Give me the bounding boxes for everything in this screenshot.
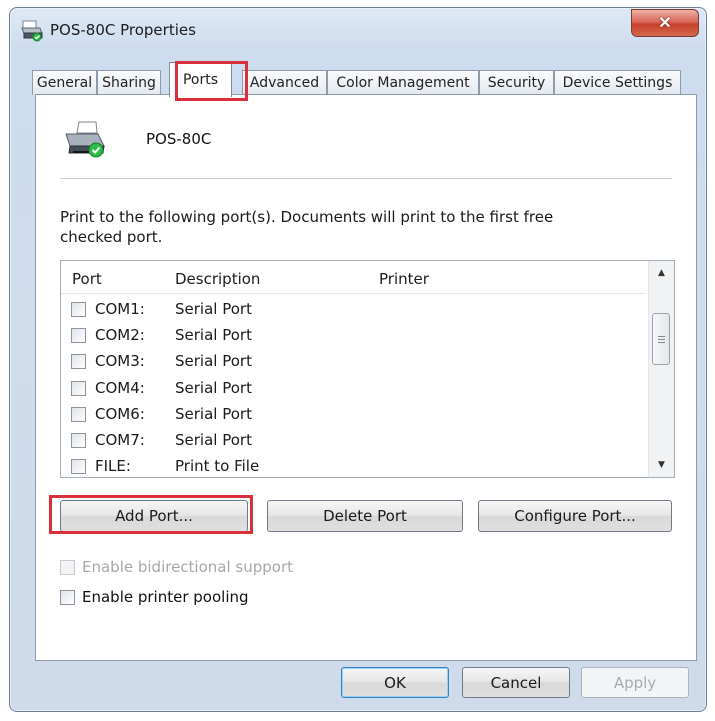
configure-port-button[interactable]: Configure Port... (478, 500, 672, 532)
port-description: Serial Port (175, 404, 252, 423)
tab-color-management[interactable]: Color Management (327, 70, 479, 95)
printer-name: POS-80C (146, 130, 212, 148)
printer-pooling-label: Enable printer pooling (82, 588, 249, 606)
port-name: FILE: (95, 457, 131, 476)
port-description: Serial Port (175, 430, 252, 449)
bidirectional-support-option: Enable bidirectional support (60, 558, 293, 576)
port-description: Print to File (175, 457, 260, 476)
scroll-grip-icon (657, 335, 665, 343)
cancel-button[interactable]: Cancel (462, 667, 570, 698)
panel-separator (60, 178, 672, 179)
scroll-up-icon[interactable]: ▲ (649, 261, 674, 285)
scroll-thumb[interactable] (652, 313, 670, 365)
ports-panel: POS-80C Print to the following port(s). … (35, 94, 697, 661)
properties-dialog: POS-80C Properties ✕ General Sharing Por… (9, 7, 707, 712)
bidirectional-label: Enable bidirectional support (82, 558, 294, 576)
delete-port-button[interactable]: Delete Port (267, 500, 463, 532)
apply-button: Apply (581, 667, 689, 698)
com7-checkbox[interactable] (71, 432, 86, 448)
port-row-com4[interactable]: COM4: Serial Port (61, 375, 646, 401)
scroll-down-icon[interactable]: ▼ (649, 453, 674, 477)
port-description: Serial Port (175, 300, 252, 318)
file-checkbox[interactable] (71, 459, 86, 475)
close-button[interactable]: ✕ (631, 9, 699, 37)
port-list-scrollbar[interactable]: ▲ ▼ (648, 261, 674, 477)
port-row-com3[interactable]: COM3: Serial Port (61, 348, 646, 374)
tab-general[interactable]: General (32, 70, 97, 95)
title-bar: POS-80C Properties ✕ (10, 8, 706, 52)
bidirectional-checkbox (60, 559, 75, 575)
port-list-header: Port Description Printer (61, 261, 646, 294)
tab-ports[interactable]: Ports (169, 62, 232, 97)
port-rows: COM1: Serial Port COM2: Serial Port COM3… (61, 296, 646, 477)
port-row-file[interactable]: FILE: Print to File (61, 453, 646, 477)
printer-pooling-checkbox[interactable] (60, 589, 75, 605)
port-name: COM2: (95, 326, 145, 345)
port-name: COM1: (95, 300, 145, 318)
column-description-header[interactable]: Description (175, 270, 260, 288)
port-list[interactable]: Port Description Printer COM1: Serial Po… (60, 260, 675, 478)
port-row-com7[interactable]: COM7: Serial Port (61, 427, 646, 453)
tab-advanced[interactable]: Advanced (242, 70, 327, 95)
port-name: COM6: (95, 404, 145, 423)
tab-security[interactable]: Security (479, 70, 554, 95)
com2-checkbox[interactable] (71, 328, 86, 344)
column-printer-header[interactable]: Printer (379, 270, 429, 288)
port-description: Serial Port (175, 378, 252, 397)
window-title: POS-80C Properties (50, 21, 196, 39)
port-name: COM3: (95, 352, 145, 371)
com3-checkbox[interactable] (71, 354, 86, 370)
tab-strip: General Sharing Ports Advanced Color Man… (32, 62, 682, 97)
column-port-header[interactable]: Port (72, 270, 102, 288)
tab-device-settings[interactable]: Device Settings (554, 70, 681, 95)
com4-checkbox[interactable] (71, 380, 86, 396)
printer-check-icon (65, 121, 105, 158)
port-name: COM7: (95, 430, 145, 449)
com6-checkbox[interactable] (71, 406, 86, 422)
port-row-com6[interactable]: COM6: Serial Port (61, 401, 646, 427)
port-row-com2[interactable]: COM2: Serial Port (61, 322, 646, 348)
printer-pooling-option[interactable]: Enable printer pooling (60, 588, 249, 606)
add-port-button[interactable]: Add Port... (60, 500, 248, 532)
port-description: Serial Port (175, 326, 252, 345)
port-row-com1[interactable]: COM1: Serial Port (61, 296, 646, 322)
ports-instruction: Print to the following port(s). Document… (60, 208, 554, 246)
ok-button[interactable]: OK (341, 667, 449, 698)
port-description: Serial Port (175, 352, 252, 371)
port-name: COM4: (95, 378, 145, 397)
com1-checkbox[interactable] (71, 302, 86, 317)
printer-icon (21, 20, 43, 42)
tab-sharing[interactable]: Sharing (97, 70, 161, 95)
